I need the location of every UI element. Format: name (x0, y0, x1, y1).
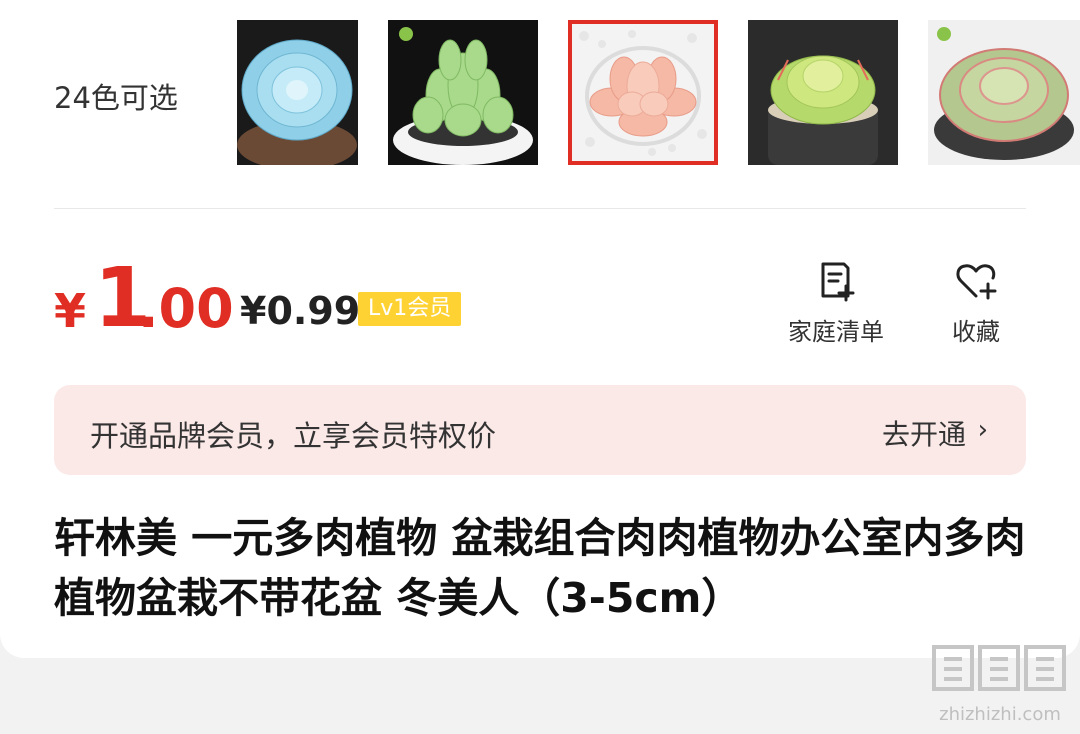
price-row: ¥ 1 .00 ¥0.99 Lv1会员 家庭清单 收藏 (54, 250, 1034, 350)
price-decimal: .00 (138, 277, 234, 340)
variant-selector: 24色可选 (0, 0, 1080, 200)
succulent-blue-image (237, 20, 358, 165)
member-promo-banner[interactable]: 开通品牌会员，立享会员特权价 去开通 › (54, 385, 1026, 475)
variant-thumb-1[interactable] (237, 20, 358, 165)
divider (54, 208, 1026, 209)
chevron-right-icon: › (977, 415, 988, 445)
watermark-logo (930, 641, 1070, 704)
product-title: 轩林美 一元多肉植物 盆栽组合肉肉植物办公室内多肉植物盆栽不带花盆 冬美人（3-… (54, 514, 1026, 622)
list-add-icon (814, 258, 858, 302)
price-currency: ¥ (54, 284, 87, 338)
variant-thumb-2[interactable] (388, 20, 538, 165)
variant-thumb-5[interactable] (928, 20, 1080, 165)
variant-thumb-4[interactable] (748, 20, 898, 165)
promo-text: 开通品牌会员，立享会员特权价 (90, 419, 497, 453)
member-price: ¥0.99 (240, 289, 361, 333)
heart-add-icon (954, 258, 998, 302)
succulent-yellowgreen-image (748, 20, 898, 165)
variant-thumb-3-selected[interactable] (568, 20, 718, 165)
succulent-rosette-image (928, 20, 1080, 165)
member-level-badge: Lv1会员 (358, 292, 462, 326)
succulent-green-image (388, 20, 538, 165)
family-list-label: 家庭清单 (788, 318, 884, 346)
favorite-label: 收藏 (952, 318, 1000, 346)
variant-count-label: 24色可选 (54, 81, 178, 115)
family-list-button[interactable]: 家庭清单 (776, 258, 896, 347)
product-card: 24色可选 ¥ 1 .00 ¥0.99 Lv1会员 家庭清单 收藏 开通品牌会员… (0, 0, 1080, 658)
succulent-pink-image (572, 24, 714, 161)
promo-open-link[interactable]: 去开通 (882, 413, 966, 453)
favorite-button[interactable]: 收藏 (916, 258, 1036, 347)
site-watermark: zhizhizhi.com (930, 641, 1070, 726)
watermark-url: zhizhizhi.com (939, 704, 1061, 725)
